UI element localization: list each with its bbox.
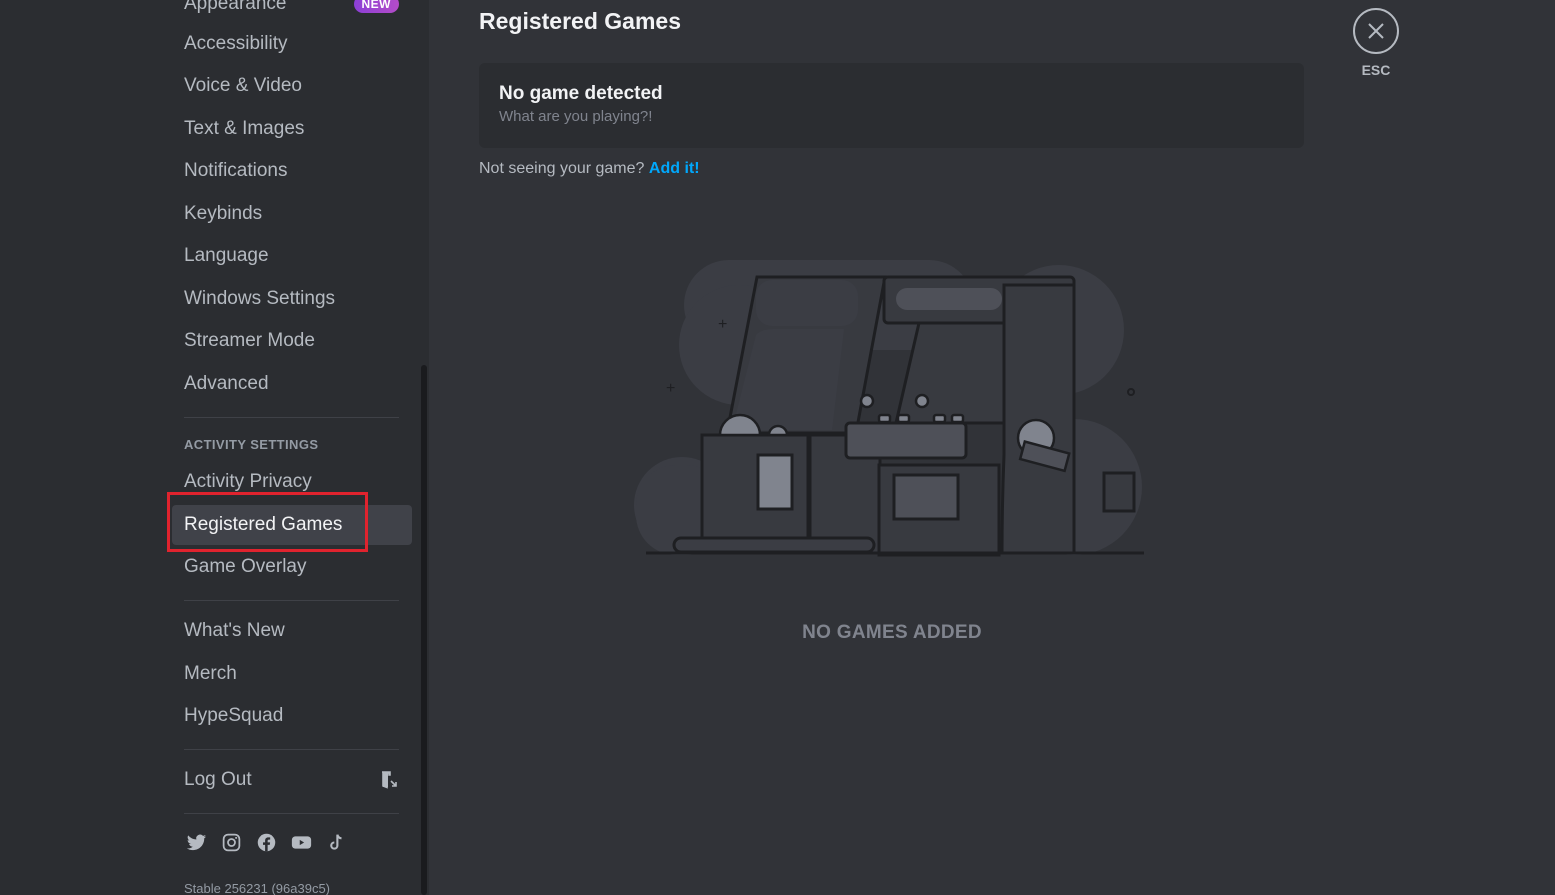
sidebar-item-label: Text & Images <box>184 118 305 139</box>
detect-title: No game detected <box>499 83 663 104</box>
esc-label: ESC <box>1361 62 1391 78</box>
add-game-prompt-text: Not seeing your game? <box>479 160 645 177</box>
detect-subtitle: What are you playing?! <box>499 108 653 125</box>
sidebar-scrollbar-thumb[interactable] <box>421 365 427 895</box>
sidebar-item-notifications[interactable]: Notifications <box>172 151 412 191</box>
sidebar-item-label: Accessibility <box>184 33 288 54</box>
social-links <box>186 832 347 853</box>
sidebar-item-label: Keybinds <box>184 203 263 224</box>
sidebar-item-accessibility[interactable]: Accessibility <box>172 24 412 64</box>
sidebar-item-label: Log Out <box>184 769 252 790</box>
logout-icon <box>382 771 397 789</box>
sidebar-item-label: Game Overlay <box>184 556 307 577</box>
svg-text:+: + <box>666 380 675 397</box>
close-settings: ESC <box>1353 8 1399 78</box>
sidebar-item-keybinds[interactable]: Keybinds <box>172 194 412 234</box>
sidebar-item-label: Voice & Video <box>184 75 302 96</box>
instagram-icon[interactable] <box>221 832 242 853</box>
close-icon <box>1368 23 1384 39</box>
sidebar-divider <box>184 417 399 418</box>
svg-text:+: + <box>718 316 727 333</box>
sidebar-item-registered-games[interactable]: Registered Games <box>172 505 412 545</box>
sidebar-item-game-overlay[interactable]: Game Overlay <box>172 547 412 587</box>
sidebar-item-log-out[interactable]: Log Out <box>172 760 412 800</box>
sidebar-item-advanced[interactable]: Advanced <box>172 364 412 404</box>
tiktok-icon[interactable] <box>326 832 347 853</box>
sidebar-item-label: Language <box>184 245 269 266</box>
sidebar-item-windows-settings[interactable]: Windows Settings <box>172 279 412 319</box>
sidebar-item-hypesquad[interactable]: HypeSquad <box>172 696 412 736</box>
sidebar-divider <box>184 813 399 814</box>
sidebar-item-label: Appearance <box>184 0 287 14</box>
facebook-icon[interactable] <box>256 832 277 853</box>
sidebar-item-label: Streamer Mode <box>184 330 315 351</box>
sidebar-divider <box>184 600 399 601</box>
sidebar-item-whats-new[interactable]: What's New <box>172 611 412 651</box>
sidebar-item-label: Windows Settings <box>184 288 336 309</box>
sidebar-item-label: HypeSquad <box>184 705 284 726</box>
youtube-icon[interactable] <box>291 832 312 853</box>
sidebar-item-label: Registered Games <box>184 514 343 535</box>
add-game-link[interactable]: Add it! <box>649 160 700 177</box>
version-label: Stable 256231 (96a39c5) <box>184 881 331 895</box>
sidebar-item-label: Advanced <box>184 373 269 394</box>
sidebar-item-text-images[interactable]: Text & Images <box>172 109 412 149</box>
close-button[interactable] <box>1353 8 1399 54</box>
sidebar-item-appearance[interactable]: Appearance NEW <box>172 0 412 24</box>
settings-sidebar: Appearance NEW Accessibility Voice & Vid… <box>172 0 412 895</box>
sidebar-item-streamer-mode[interactable]: Streamer Mode <box>172 321 412 361</box>
sidebar-item-label: Activity Privacy <box>184 471 312 492</box>
sidebar-item-merch[interactable]: Merch <box>172 654 412 694</box>
sidebar-item-language[interactable]: Language <box>172 236 412 276</box>
sidebar-item-activity-privacy[interactable]: Activity Privacy <box>172 462 412 502</box>
twitter-icon[interactable] <box>186 832 207 853</box>
sidebar-item-voice-video[interactable]: Voice & Video <box>172 66 412 106</box>
section-header-activity-settings: ACTIVITY SETTINGS <box>184 437 319 452</box>
arcade-illustration: + + <box>634 260 1144 557</box>
game-detection-card: No game detected What are you playing?! <box>479 63 1304 148</box>
add-game-prompt: Not seeing your game? Add it! <box>479 160 700 178</box>
sidebar-item-label: Notifications <box>184 160 288 181</box>
sidebar-item-label: Merch <box>184 663 237 684</box>
new-badge: NEW <box>353 0 399 13</box>
empty-state-label: NO GAMES ADDED <box>802 622 982 643</box>
sidebar-divider <box>184 749 399 750</box>
sidebar-item-label: What's New <box>184 620 285 641</box>
page-title: Registered Games <box>479 8 681 34</box>
